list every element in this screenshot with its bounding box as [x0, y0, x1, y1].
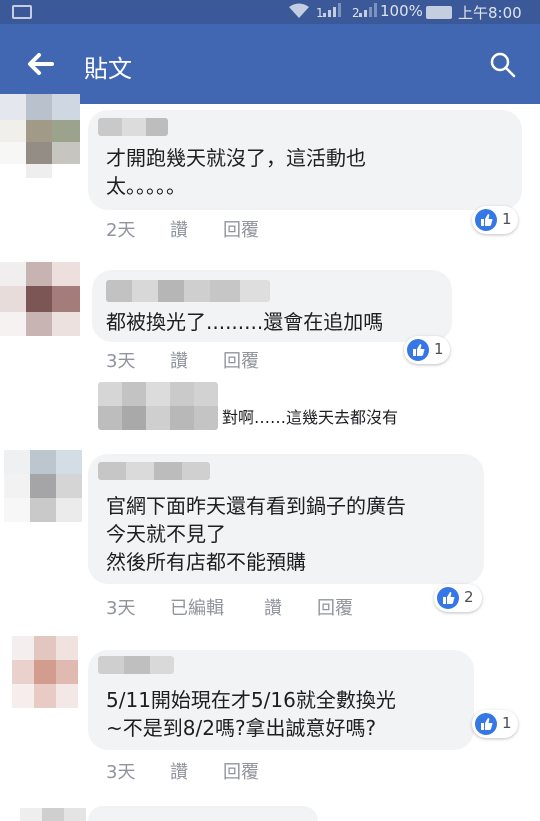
like-icon	[475, 713, 497, 735]
commenter-name-redacted[interactable]	[98, 118, 168, 136]
like-icon	[437, 587, 459, 609]
comment-time: 3天	[106, 351, 136, 372]
signal-icon-2: 2	[352, 3, 378, 20]
like-link[interactable]: 讚	[170, 758, 188, 784]
search-icon[interactable]	[488, 50, 518, 80]
avatar[interactable]	[4, 450, 84, 534]
signal-icon-1: 1	[316, 3, 342, 20]
comment-time: 2天	[106, 220, 136, 241]
reply-link[interactable]: 回覆	[317, 594, 353, 620]
reply-preview-text[interactable]: 對啊……這幾天去都沒有	[222, 404, 398, 428]
comment-text: 才開跑幾天就沒了，這活動也 太。。。。。	[106, 146, 366, 198]
comment-bubble[interactable]	[88, 806, 318, 821]
back-arrow-icon[interactable]	[22, 46, 58, 82]
avatar[interactable]	[12, 636, 92, 720]
battery-percent: 100%	[380, 2, 423, 20]
commenter-name-redacted[interactable]	[98, 656, 174, 674]
reply-link[interactable]: 回覆	[223, 758, 259, 784]
reaction-count[interactable]: 1	[472, 710, 518, 738]
clock: 上午8:00	[458, 4, 522, 22]
wifi-icon	[288, 3, 310, 23]
app-bar: 貼文	[0, 24, 540, 104]
avatar[interactable]	[0, 262, 80, 346]
like-link[interactable]: 讚	[264, 594, 282, 620]
edited-label: 已編輯	[170, 598, 224, 619]
reply-author-redacted[interactable]	[98, 382, 218, 430]
page-title: 貼文	[84, 55, 132, 83]
comment-time: 3天	[106, 762, 136, 783]
gallery-notification-icon	[12, 5, 32, 19]
reply-link[interactable]: 回覆	[223, 216, 259, 242]
comment-text: 官網下面昨天還有看到鍋子的廣告 今天就不見了 然後所有店都不能預購	[106, 494, 406, 574]
comment-time: 3天	[106, 598, 136, 619]
reaction-count[interactable]: 1	[472, 206, 518, 234]
reaction-count[interactable]: 2	[434, 584, 482, 612]
like-icon	[407, 339, 429, 361]
avatar[interactable]	[0, 94, 80, 178]
battery-icon	[426, 6, 452, 19]
like-icon	[475, 209, 497, 231]
commenter-name-redacted[interactable]	[106, 280, 270, 302]
reply-link[interactable]: 回覆	[223, 347, 259, 373]
like-link[interactable]: 讚	[170, 347, 188, 373]
like-link[interactable]: 讚	[170, 216, 188, 242]
comment-text: 都被換光了.........還會在追加嗎	[106, 310, 384, 334]
comment-text: 5/11開始現在才5/16就全數換光 ~不是到8/2嗎?拿出誠意好嗎?	[106, 688, 396, 740]
reaction-count[interactable]: 1	[404, 336, 450, 364]
status-bar: 1 2 100% 上午8:00	[0, 0, 540, 24]
commenter-name-redacted[interactable]	[98, 462, 210, 480]
